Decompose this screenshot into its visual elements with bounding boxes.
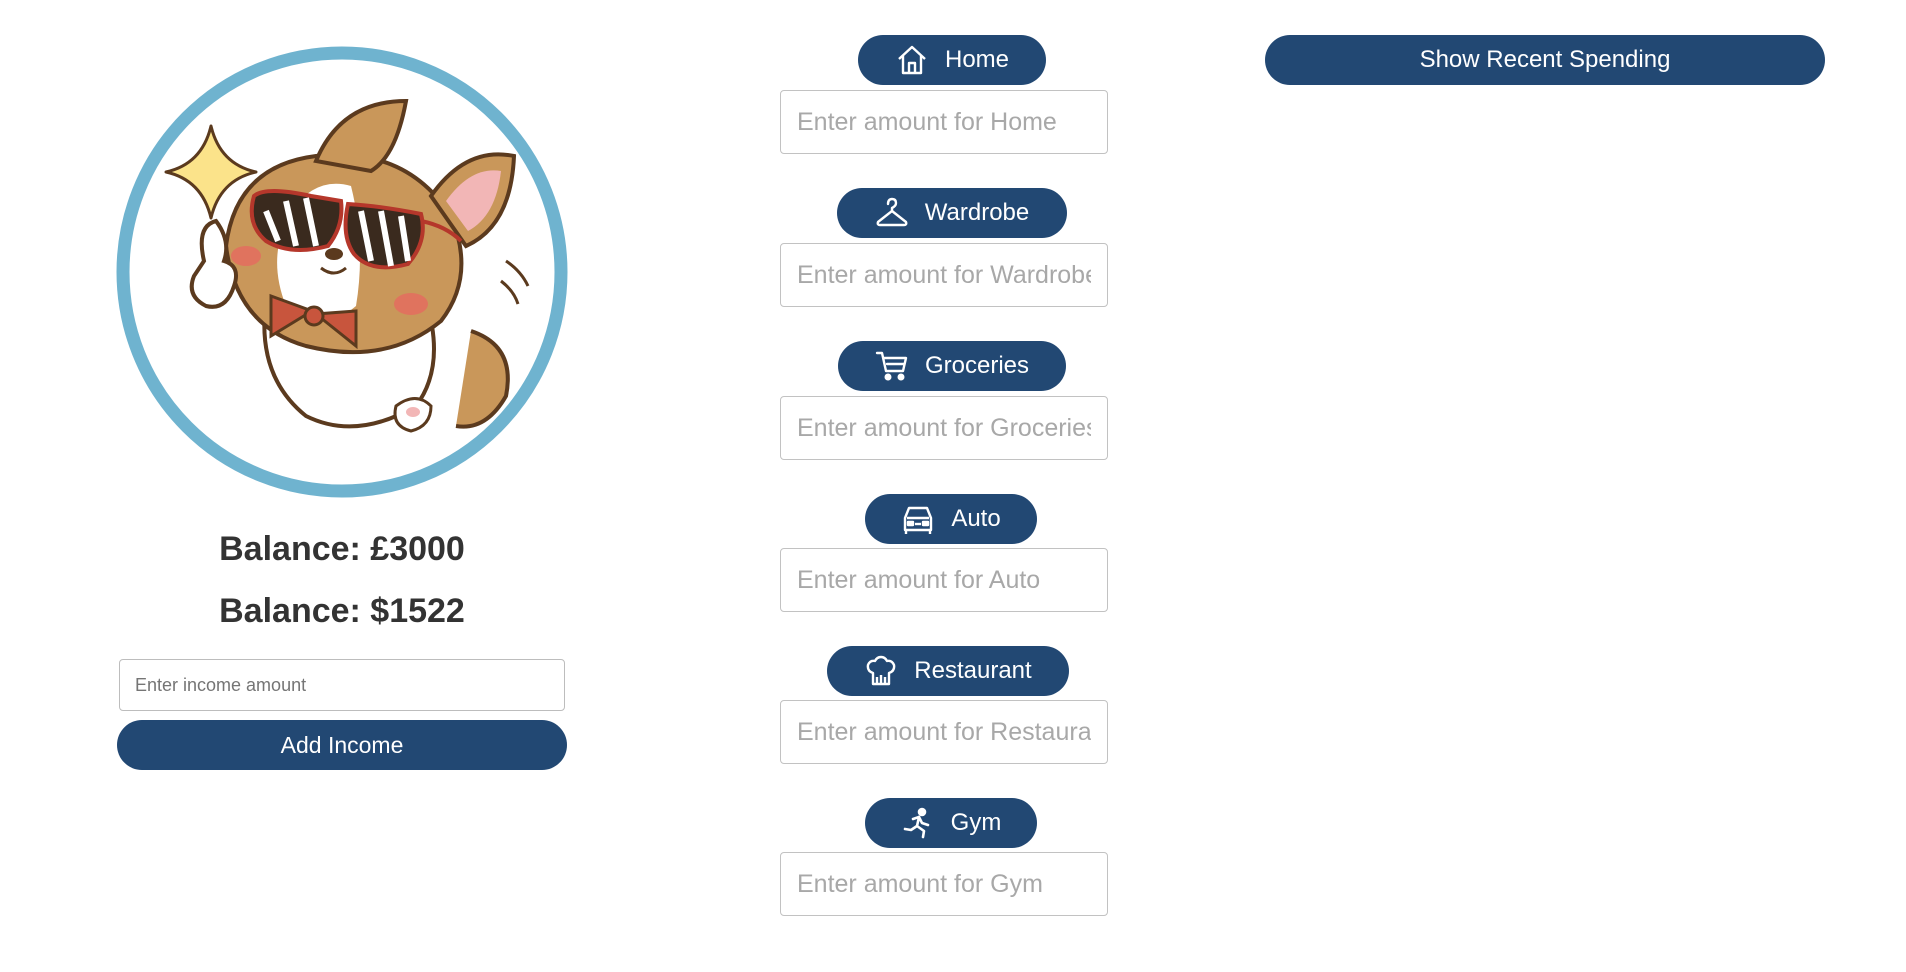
add-income-button[interactable]: Add Income — [117, 720, 567, 770]
home-amount-input[interactable] — [780, 90, 1108, 154]
category-button-wardrobe[interactable]: Wardrobe — [837, 188, 1067, 238]
category-button-restaurant[interactable]: Restaurant — [827, 646, 1069, 696]
corgi-avatar-icon — [116, 46, 568, 498]
home-icon — [895, 43, 929, 77]
chef-hat-icon — [864, 654, 898, 688]
category-label: Auto — [951, 505, 1001, 532]
category-label: Wardrobe — [924, 199, 1030, 226]
category-label: Restaurant — [914, 657, 1032, 684]
cart-icon — [875, 349, 909, 383]
groceries-amount-input[interactable] — [780, 396, 1108, 460]
balance-usd: Balance: $1522 — [219, 592, 465, 630]
category-button-groceries[interactable]: Groceries — [838, 341, 1066, 391]
avatar — [116, 46, 568, 498]
category-label: Gym — [950, 809, 1002, 836]
category-button-home[interactable]: Home — [858, 35, 1046, 85]
car-icon — [901, 502, 935, 536]
restaurant-amount-input[interactable] — [780, 700, 1108, 764]
budget-page: Balance: £3000 Balance: $1522 Add Income… — [0, 0, 1906, 972]
runner-icon — [901, 806, 935, 840]
income-amount-input[interactable] — [119, 659, 565, 711]
balance-gbp: Balance: £3000 — [219, 530, 465, 568]
category-button-auto[interactable]: Auto — [865, 494, 1037, 544]
hanger-icon — [875, 196, 909, 230]
wardrobe-amount-input[interactable] — [780, 243, 1108, 307]
category-label: Groceries — [924, 352, 1030, 379]
category-label: Home — [944, 46, 1010, 73]
gym-amount-input[interactable] — [780, 852, 1108, 916]
category-button-gym[interactable]: Gym — [865, 798, 1037, 848]
show-recent-spending-button[interactable]: Show Recent Spending — [1265, 35, 1825, 85]
auto-amount-input[interactable] — [780, 548, 1108, 612]
